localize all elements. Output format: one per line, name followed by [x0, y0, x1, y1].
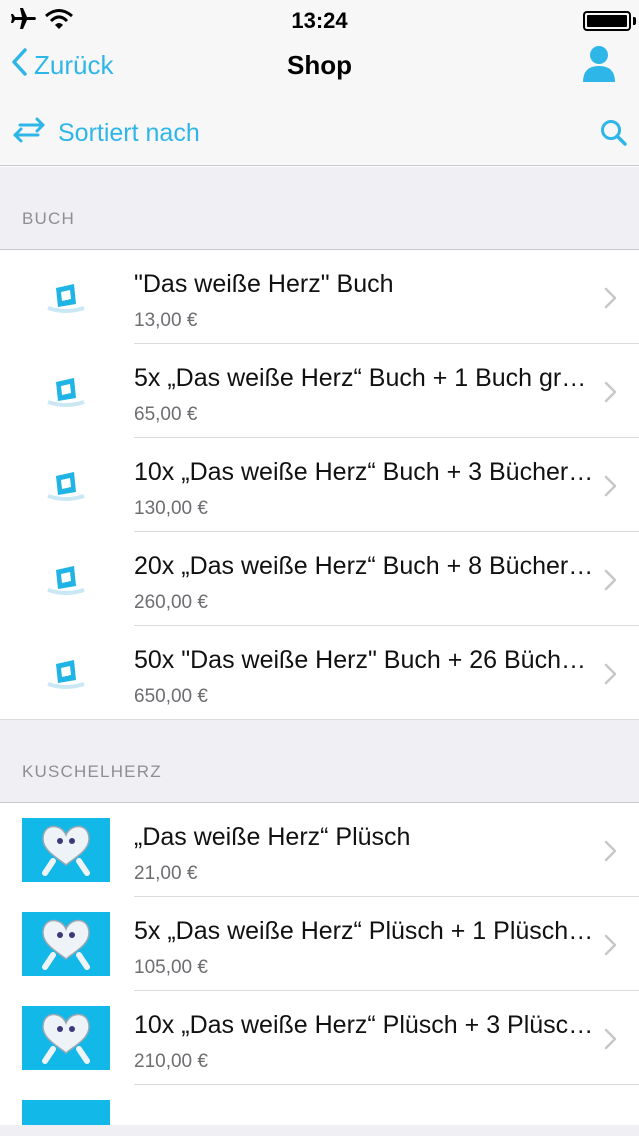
- item-title: „Das weiße Herz“ Plüsch: [134, 823, 411, 851]
- list-item[interactable]: „Das weiße Herz“ Plüsch 21,00 €: [0, 803, 639, 897]
- item-title: 5x „Das weiße Herz“ Plüsch + 1 Plüsch gr…: [134, 917, 594, 945]
- item-title: 50x "Das weiße Herz" Buch + 26 Bücher gr…: [134, 646, 594, 674]
- chevron-right-icon: [603, 475, 617, 502]
- battery-icon: [583, 11, 631, 31]
- item-price: 210,00 €: [134, 1051, 208, 1072]
- chevron-right-icon: [603, 663, 617, 690]
- list-item[interactable]: 50x "Das weiße Herz" Buch + 26 Bücher gr…: [0, 626, 639, 720]
- item-price: 13,00 €: [134, 310, 198, 331]
- plush-heart-image: [22, 1006, 110, 1070]
- item-title: 10x „Das weiße Herz“ Plüsch + 3 Plüsch g…: [134, 1011, 594, 1039]
- item-title: "Das weiße Herz" Buch: [134, 270, 394, 298]
- status-bar: 13:24: [0, 0, 639, 40]
- section-header-kuschelherz: KUSCHELHERZ: [0, 720, 639, 803]
- sort-label: Sortiert nach: [58, 119, 200, 147]
- item-price: 260,00 €: [134, 592, 208, 613]
- section-buch: "Das weiße Herz" Buch 13,00 € 5x „Das we…: [0, 250, 639, 720]
- section-header-buch: BUCH: [0, 167, 639, 250]
- item-title: 10x „Das weiße Herz“ Buch + 3 Bücher gra…: [134, 458, 594, 486]
- chevron-right-icon: [603, 381, 617, 408]
- plush-heart-image: [22, 1100, 110, 1125]
- item-price: 650,00 €: [134, 686, 208, 707]
- item-price: 130,00 €: [134, 498, 208, 519]
- item-title: 5x „Das weiße Herz“ Buch + 1 Buch gratis: [134, 364, 594, 392]
- list-item-partial[interactable]: [0, 1085, 639, 1125]
- item-price: 105,00 €: [134, 957, 208, 978]
- list-item[interactable]: 10x „Das weiße Herz“ Plüsch + 3 Plüsch g…: [0, 991, 639, 1085]
- section-kuschelherz: „Das weiße Herz“ Plüsch 21,00 € 5x „Das …: [0, 803, 639, 1125]
- user-icon[interactable]: [581, 44, 617, 89]
- item-price: 21,00 €: [134, 863, 198, 884]
- list-item[interactable]: "Das weiße Herz" Buch 13,00 €: [0, 250, 639, 344]
- book-icon: [22, 453, 110, 517]
- plush-heart-image: [22, 912, 110, 976]
- chevron-right-icon: [603, 934, 617, 961]
- chevron-right-icon: [603, 569, 617, 596]
- sort-button[interactable]: Sortiert nach: [12, 116, 200, 151]
- plush-heart-image: [22, 818, 110, 882]
- chevron-right-icon: [603, 840, 617, 867]
- search-icon[interactable]: [599, 118, 629, 153]
- item-price: 65,00 €: [134, 404, 198, 425]
- page-title: Shop: [287, 50, 352, 80]
- book-icon: [22, 641, 110, 705]
- item-title: 20x „Das weiße Herz“ Buch + 8 Bücher gra…: [134, 552, 594, 580]
- shop-list[interactable]: BUCH "Das weiße Herz" Buch 13,00 € 5x „D…: [0, 167, 639, 1136]
- list-item[interactable]: 20x „Das weiße Herz“ Buch + 8 Bücher gra…: [0, 532, 639, 626]
- book-icon: [22, 265, 110, 329]
- list-item[interactable]: 5x „Das weiße Herz“ Plüsch + 1 Plüsch gr…: [0, 897, 639, 991]
- chevron-right-icon: [603, 287, 617, 314]
- status-time: 13:24: [291, 8, 348, 33]
- list-item[interactable]: 10x „Das weiße Herz“ Buch + 3 Bücher gra…: [0, 438, 639, 532]
- swap-arrows-icon: [12, 116, 58, 151]
- list-item[interactable]: 5x „Das weiße Herz“ Buch + 1 Buch gratis…: [0, 344, 639, 438]
- book-icon: [22, 547, 110, 611]
- chevron-right-icon: [603, 1028, 617, 1055]
- nav-bar: Zurück Shop Sortiert nach: [0, 40, 639, 166]
- battery-tip: [633, 17, 636, 25]
- book-icon: [22, 359, 110, 423]
